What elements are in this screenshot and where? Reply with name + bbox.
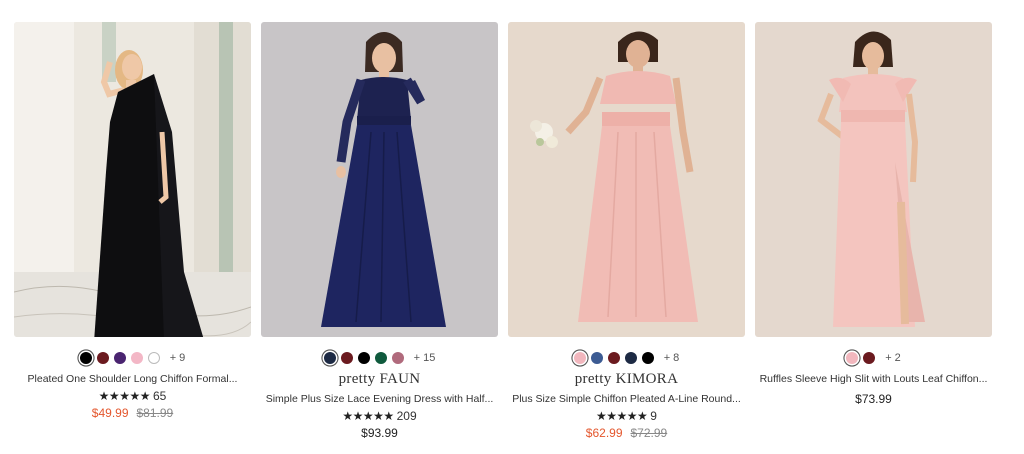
product-card[interactable]: + 15 pretty FAUN Simple Plus Size Lace E… <box>261 22 498 440</box>
product-card[interactable]: + 2 Ruffles Sleeve High Slit with Louts … <box>755 22 992 440</box>
color-swatch[interactable] <box>590 352 603 364</box>
product-photo-navy-dress <box>261 22 498 337</box>
rating: ★★★★★ 9 <box>596 409 657 423</box>
color-swatch[interactable] <box>863 352 876 364</box>
color-swatch[interactable] <box>846 352 859 364</box>
color-swatches: + 8 <box>573 350 680 366</box>
star-rating-icon: ★★★★★ <box>342 409 394 423</box>
product-photo-blush-dress <box>755 22 992 337</box>
original-price: $72.99 <box>630 426 668 440</box>
color-swatch[interactable] <box>340 352 353 364</box>
color-swatch[interactable] <box>113 352 126 364</box>
product-card[interactable]: + 8 pretty KIMORA Plus Size Simple Chiff… <box>508 22 745 440</box>
color-swatch[interactable] <box>624 352 637 364</box>
color-swatch[interactable] <box>147 352 160 364</box>
product-image[interactable] <box>755 22 992 337</box>
color-swatch[interactable] <box>130 352 143 364</box>
color-swatches: + 15 <box>323 350 436 366</box>
star-rating-icon: ★★★★★ <box>98 389 151 403</box>
color-swatch[interactable] <box>607 352 620 364</box>
more-colors-count[interactable]: + 9 <box>170 352 186 364</box>
product-image[interactable] <box>261 22 498 337</box>
brand-name: pretty FAUN <box>338 371 421 387</box>
price: $73.99 <box>855 392 892 406</box>
color-swatches: + 9 <box>79 350 186 366</box>
sale-price: $49.99 <box>91 406 129 420</box>
more-colors-count[interactable]: + 15 <box>414 352 436 364</box>
more-colors-count[interactable]: + 2 <box>885 352 901 364</box>
color-swatch[interactable] <box>323 352 336 364</box>
price-block: $93.99 <box>361 426 398 440</box>
product-grid: + 9 Pleated One Shoulder Long Chiffon Fo… <box>14 22 992 440</box>
color-swatch[interactable] <box>641 352 654 364</box>
rating: ★★★★★ 65 <box>99 389 167 403</box>
brand-name: pretty KIMORA <box>574 371 679 387</box>
color-swatch[interactable] <box>96 352 109 364</box>
more-colors-count[interactable]: + 8 <box>664 352 680 364</box>
product-title[interactable]: Ruffles Sleeve High Slit with Louts Leaf… <box>760 372 988 386</box>
price-block: $62.99 $72.99 <box>586 426 667 440</box>
review-count: 65 <box>152 389 167 403</box>
price: $93.99 <box>361 426 398 440</box>
color-swatches: + 2 <box>846 350 901 366</box>
original-price: $81.99 <box>136 406 174 420</box>
color-swatch[interactable] <box>79 352 92 364</box>
product-photo-pink-dress <box>508 22 745 337</box>
color-swatch[interactable] <box>357 352 370 364</box>
color-swatch[interactable] <box>391 352 404 364</box>
product-photo-black-dress <box>14 22 251 337</box>
product-image[interactable] <box>508 22 745 337</box>
color-swatch[interactable] <box>573 352 586 364</box>
review-count: 209 <box>396 409 417 423</box>
price-block: $49.99 $81.99 <box>92 406 173 420</box>
review-count: 9 <box>650 409 657 423</box>
sale-price: $62.99 <box>585 426 623 440</box>
product-title[interactable]: Pleated One Shoulder Long Chiffon Formal… <box>28 372 238 386</box>
product-title[interactable]: Simple Plus Size Lace Evening Dress with… <box>266 392 494 406</box>
star-rating-icon: ★★★★★ <box>596 409 648 423</box>
price-block: $73.99 <box>855 392 892 406</box>
color-swatch[interactable] <box>374 352 387 364</box>
product-card[interactable]: + 9 Pleated One Shoulder Long Chiffon Fo… <box>14 22 251 440</box>
product-title[interactable]: Plus Size Simple Chiffon Pleated A-Line … <box>512 392 741 406</box>
product-image[interactable] <box>14 22 251 337</box>
rating: ★★★★★ 209 <box>342 409 416 423</box>
